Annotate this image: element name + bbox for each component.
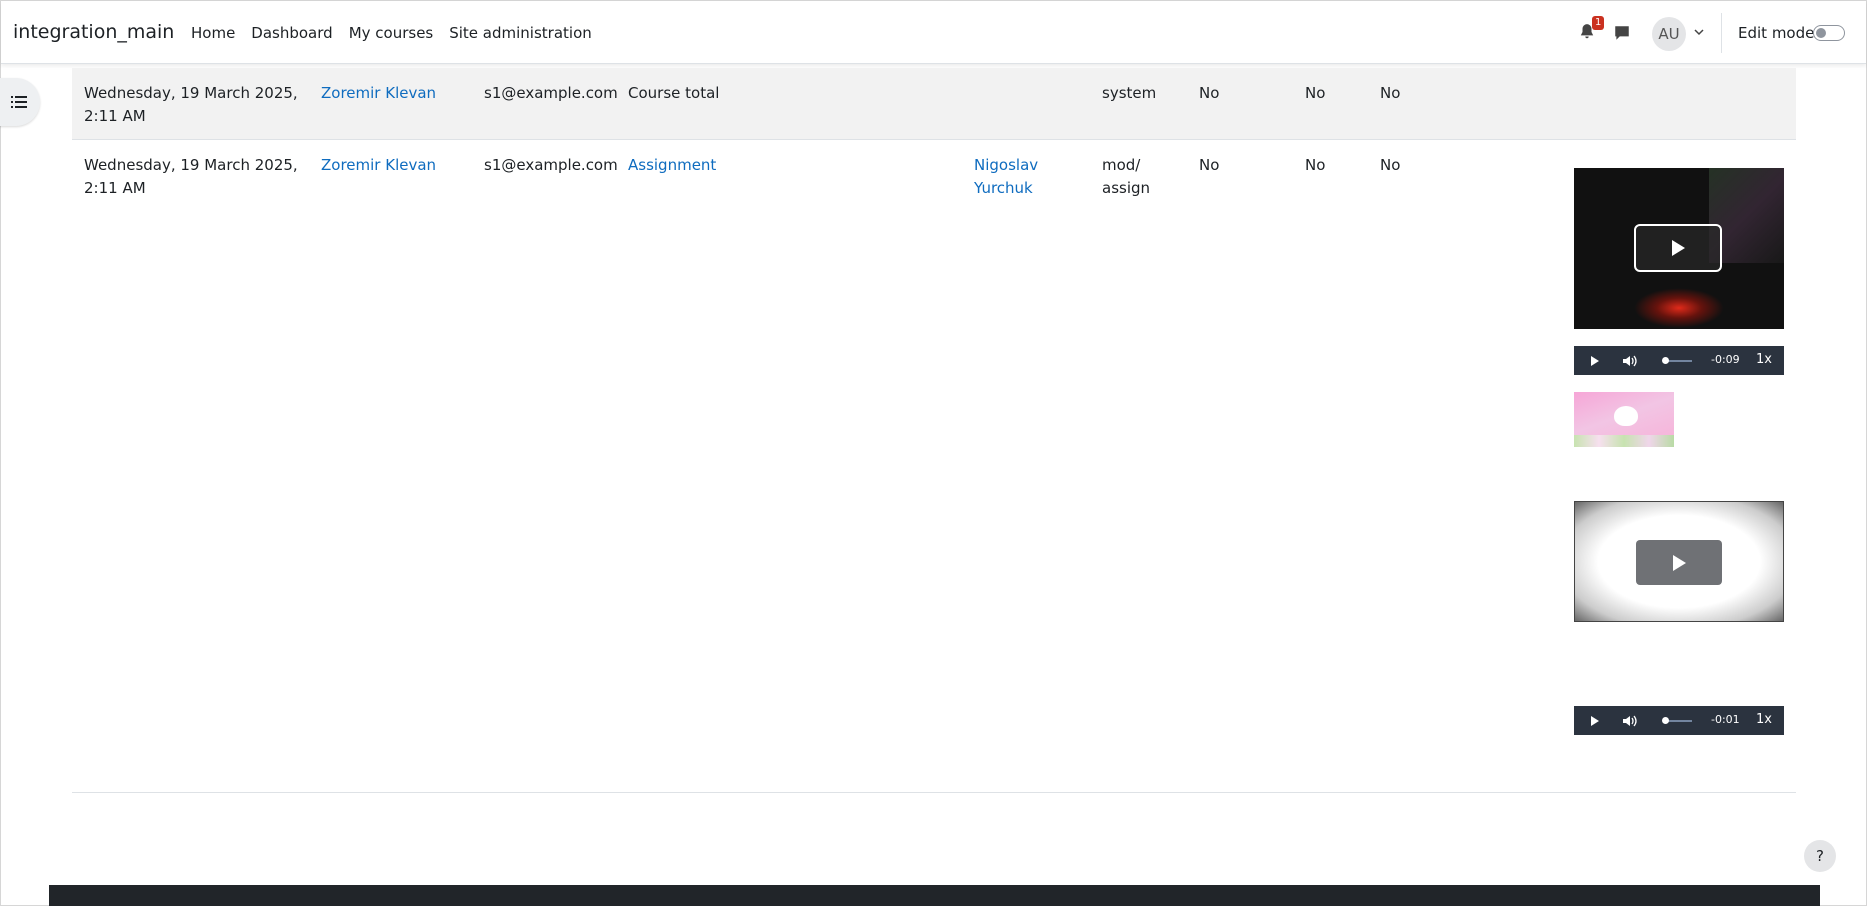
notification-count-badge: 1 (1592, 16, 1605, 30)
volume-icon[interactable] (1622, 354, 1638, 368)
table-row: Wednesday, 19 March 2025, 2:11 AM Zoremi… (72, 140, 1796, 793)
time-text: Wednesday, 19 March 2025, (84, 156, 298, 174)
grader-text: Nigoslav (974, 156, 1039, 174)
messages-icon[interactable] (1613, 24, 1631, 42)
excluded-cell: No (1380, 84, 1401, 102)
source-text: assign (1102, 179, 1151, 197)
progress-handle[interactable] (1662, 717, 1669, 724)
video-2-remaining-time: -0:01 (1711, 713, 1740, 726)
excluded-cell: No (1380, 156, 1401, 174)
play-icon[interactable] (1590, 715, 1600, 727)
volume-icon[interactable] (1622, 714, 1638, 728)
play-icon (1672, 240, 1685, 256)
primary-navigation: Home Dashboard My courses Site administr… (191, 24, 608, 42)
video-player-2[interactable] (1574, 501, 1784, 622)
time-cell: Wednesday, 19 March 2025, 2:11 AM (84, 154, 298, 200)
source-cell: mod/ assign (1102, 154, 1150, 200)
user-avatar[interactable]: AU (1652, 17, 1686, 51)
big-play-button[interactable] (1634, 224, 1722, 272)
nav-dashboard[interactable]: Dashboard (251, 24, 332, 42)
grader-text: Yurchuk (974, 179, 1033, 197)
nav-my-courses[interactable]: My courses (349, 24, 434, 42)
user-link[interactable]: Zoremir Klevan (321, 82, 436, 105)
flower-border (1574, 435, 1674, 447)
time-text: 2:11 AM (84, 179, 146, 197)
video-2-control-bar: -0:01 1x (1574, 706, 1784, 735)
play-icon[interactable] (1590, 355, 1600, 367)
overridden-cell: No (1199, 84, 1220, 102)
page-footer (49, 885, 1820, 906)
source-cell: system (1102, 82, 1156, 105)
table-row: Wednesday, 19 March 2025, 2:11 AM Zoremi… (72, 68, 1796, 140)
video-1-playback-speed[interactable]: 1x (1756, 352, 1772, 367)
list-icon (11, 96, 27, 108)
time-text: 2:11 AM (84, 107, 146, 125)
video-1-remaining-time: -0:09 (1711, 353, 1740, 366)
email-cell: s1@example.com (484, 84, 618, 102)
nav-home[interactable]: Home (191, 24, 235, 42)
navbar-divider (1721, 13, 1722, 53)
edit-mode-toggle[interactable] (1813, 25, 1845, 41)
play-icon (1673, 554, 1686, 571)
locked-cell: No (1305, 156, 1326, 174)
email-cell: s1@example.com (484, 156, 618, 174)
locked-cell: No (1305, 84, 1326, 102)
source-text: mod/ (1102, 156, 1141, 174)
cat-illustration (1614, 406, 1638, 426)
edit-mode-label: Edit mode (1738, 24, 1815, 42)
video-2-progress-bar[interactable] (1662, 717, 1692, 724)
chevron-down-icon[interactable] (1694, 27, 1704, 37)
video-1-progress-bar[interactable] (1662, 357, 1692, 364)
site-brand[interactable]: integration_main (13, 21, 174, 43)
video-frame-glow (1634, 288, 1724, 328)
overridden-cell: No (1199, 156, 1220, 174)
user-link[interactable]: Zoremir Klevan (321, 154, 436, 177)
video-2-playback-speed[interactable]: 1x (1756, 712, 1772, 727)
time-text: Wednesday, 19 March 2025, (84, 84, 298, 102)
help-button[interactable]: ? (1804, 840, 1836, 872)
big-play-button[interactable] (1636, 540, 1722, 585)
video-1-control-bar: -0:09 1x (1574, 346, 1784, 375)
time-cell: Wednesday, 19 March 2025, 2:11 AM (84, 82, 298, 128)
progress-handle[interactable] (1662, 357, 1669, 364)
nav-site-administration[interactable]: Site administration (449, 24, 592, 42)
top-navbar: integration_main Home Dashboard My cours… (1, 1, 1866, 64)
image-thumbnail (1574, 392, 1674, 447)
grade-item-cell: Course total (628, 84, 720, 102)
grade-item-link[interactable]: Assignment (628, 154, 716, 177)
source-text: system (1102, 84, 1157, 102)
toggle-knob (1816, 28, 1826, 38)
video-player-1[interactable] (1574, 168, 1784, 329)
grader-link[interactable]: Nigoslav Yurchuk (974, 154, 1038, 200)
